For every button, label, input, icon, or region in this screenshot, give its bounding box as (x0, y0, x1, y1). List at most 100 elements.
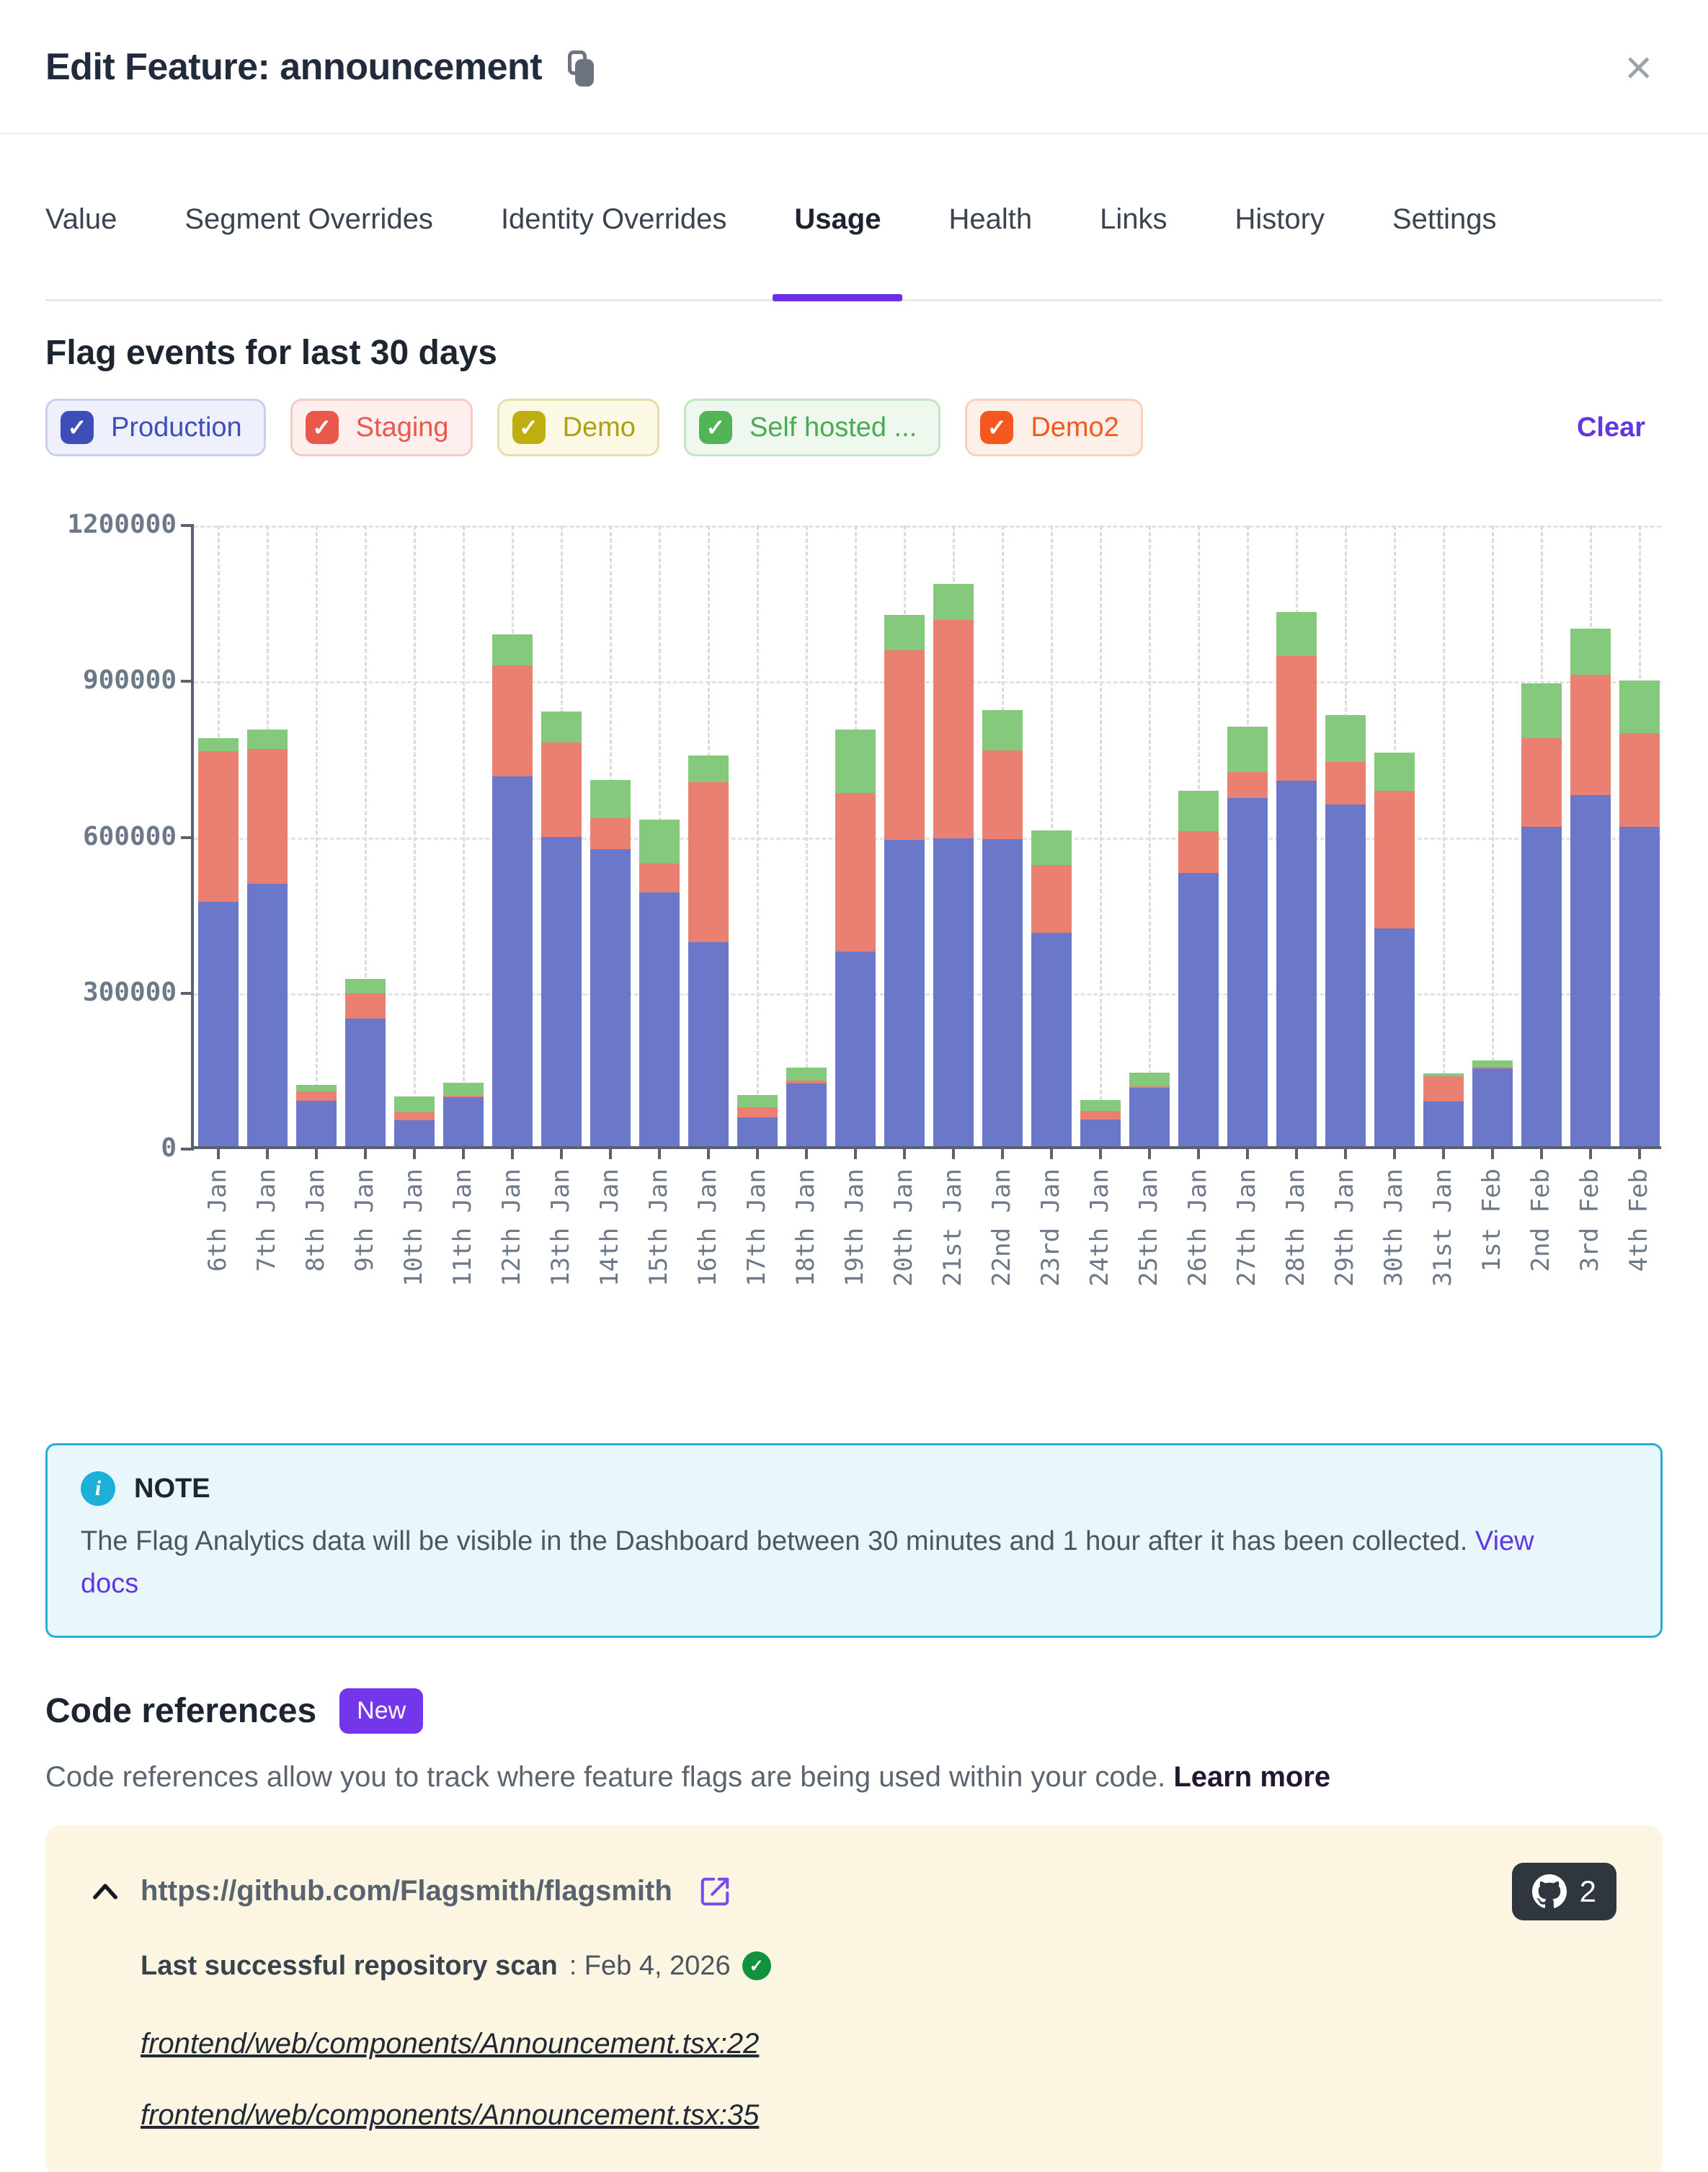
bar-segment-staging (1521, 738, 1562, 827)
bar-20th-jan[interactable] (884, 615, 925, 1146)
bar-segment-staging (541, 743, 582, 837)
tab-history[interactable]: History (1235, 203, 1324, 299)
env-chip-label: Demo2 (1031, 412, 1119, 443)
tab-health[interactable]: Health (948, 203, 1032, 299)
bar-segment-self-hosted- (737, 1095, 778, 1107)
bar-segment-self-hosted- (1374, 753, 1415, 791)
tab-value[interactable]: Value (45, 203, 117, 299)
bar-segment-staging (1619, 733, 1660, 827)
external-link-icon[interactable] (698, 1875, 731, 1908)
env-chip-label: Self hosted ... (750, 412, 917, 443)
bar-22nd-jan[interactable] (982, 710, 1023, 1146)
tab-settings[interactable]: Settings (1392, 203, 1497, 299)
bar-3rd-feb[interactable] (1570, 629, 1611, 1146)
close-icon[interactable]: × (1624, 43, 1663, 91)
gridline-vertical (757, 526, 759, 1146)
bar-23rd-jan[interactable] (1031, 830, 1072, 1146)
x-axis-tick (1001, 1149, 1004, 1159)
repo-url-link[interactable]: https://github.com/Flagsmith/flagsmith (141, 1875, 672, 1907)
bar-24th-jan[interactable] (1080, 1100, 1121, 1146)
bar-segment-staging (1080, 1111, 1121, 1120)
bar-9th-jan[interactable] (345, 979, 386, 1146)
x-axis-tick (756, 1149, 759, 1159)
usage-heading: Flag events for last 30 days (45, 333, 1663, 373)
gridline-vertical (1492, 526, 1494, 1146)
collapse-chevron-icon[interactable] (92, 1881, 119, 1902)
x-axis-label: 9th Jan (350, 1169, 379, 1272)
bar-segment-production (1129, 1088, 1170, 1146)
bar-segment-self-hosted- (1325, 715, 1366, 762)
checkbox-checked-icon: ✓ (699, 411, 732, 444)
env-chip-demo2[interactable]: ✓ Demo2 (965, 399, 1143, 456)
x-axis-tick (511, 1149, 514, 1159)
bar-segment-self-hosted- (933, 584, 974, 620)
bar-13th-jan[interactable] (541, 712, 582, 1146)
bar-segment-production (296, 1101, 337, 1146)
bar-segment-production (590, 849, 631, 1146)
x-axis-label: 15th Jan (644, 1169, 673, 1287)
env-chip-production[interactable]: ✓ Production (45, 399, 266, 456)
bar-14th-jan[interactable] (590, 780, 631, 1146)
bar-26th-jan[interactable] (1178, 791, 1219, 1146)
bar-segment-self-hosted- (1178, 791, 1219, 831)
y-axis-label: 900000 (61, 665, 177, 695)
bar-29th-jan[interactable] (1325, 715, 1366, 1146)
bar-8th-jan[interactable] (296, 1085, 337, 1146)
tab-identity-overrides[interactable]: Identity Overrides (501, 203, 726, 299)
x-axis-tick (217, 1149, 220, 1159)
file-reference-link[interactable]: frontend/web/components/Announcement.tsx… (141, 2099, 759, 2132)
x-axis-label: 31st Jan (1428, 1169, 1457, 1287)
bar-16th-jan[interactable] (688, 755, 729, 1146)
bar-28th-jan[interactable] (1276, 612, 1317, 1146)
bar-10th-jan[interactable] (394, 1096, 435, 1146)
bar-2nd-feb[interactable] (1521, 683, 1562, 1146)
bar-segment-staging (688, 782, 729, 942)
y-axis-label: 300000 (61, 978, 177, 1007)
bar-30th-jan[interactable] (1374, 753, 1415, 1146)
bar-6th-jan[interactable] (198, 738, 239, 1146)
bar-segment-self-hosted- (639, 820, 680, 864)
bar-12th-jan[interactable] (492, 634, 533, 1146)
bar-11th-jan[interactable] (443, 1083, 484, 1146)
bar-segment-self-hosted- (786, 1068, 827, 1081)
bar-4th-feb[interactable] (1619, 681, 1660, 1146)
github-count-badge[interactable]: 2 (1512, 1863, 1616, 1920)
flag-events-chart: 6th Jan7th Jan8th Jan9th Jan10th Jan11th… (45, 526, 1663, 1308)
copy-icon[interactable] (566, 50, 600, 88)
env-chip-demo[interactable]: ✓ Demo (497, 399, 659, 456)
bar-18th-jan[interactable] (786, 1068, 827, 1146)
bar-19th-jan[interactable] (835, 730, 876, 1146)
file-reference-link[interactable]: frontend/web/components/Announcement.tsx… (141, 2028, 759, 2060)
tab-usage[interactable]: Usage (794, 203, 881, 299)
x-axis-label: 20th Jan (889, 1169, 918, 1287)
learn-more-link[interactable]: Learn more (1173, 1761, 1330, 1793)
env-chip-staging[interactable]: ✓ Staging (290, 399, 473, 456)
bar-27th-jan[interactable] (1227, 727, 1268, 1146)
bar-1st-feb[interactable] (1472, 1060, 1513, 1146)
bar-25th-jan[interactable] (1129, 1073, 1170, 1146)
bar-segment-staging (1570, 675, 1611, 795)
checkbox-checked-icon: ✓ (306, 411, 339, 444)
bar-7th-jan[interactable] (247, 730, 288, 1146)
bar-segment-staging (1031, 865, 1072, 933)
bar-segment-production (1325, 804, 1366, 1146)
x-axis-tick (560, 1149, 563, 1159)
env-chip-label: Staging (356, 412, 449, 443)
bar-21st-jan[interactable] (933, 584, 974, 1146)
tab-segment-overrides[interactable]: Segment Overrides (184, 203, 433, 299)
bar-31st-jan[interactable] (1423, 1073, 1464, 1146)
tab-links[interactable]: Links (1100, 203, 1167, 299)
env-chip-self-hosted[interactable]: ✓ Self hosted ... (684, 399, 940, 456)
x-axis-tick (413, 1149, 416, 1159)
bar-17th-jan[interactable] (737, 1095, 778, 1146)
x-axis-label: 1st Feb (1477, 1169, 1506, 1272)
bar-segment-production (1227, 798, 1268, 1146)
usage-section: Flag events for last 30 days ✓ Productio… (0, 333, 1708, 1308)
note-body: The Flag Analytics data will be visible … (81, 1520, 1580, 1605)
clear-filters-button[interactable]: Clear (1577, 412, 1663, 443)
bar-segment-production (933, 838, 974, 1146)
bar-15th-jan[interactable] (639, 820, 680, 1146)
bar-segment-production (1178, 873, 1219, 1146)
x-axis-tick (364, 1149, 367, 1159)
bar-segment-production (1276, 781, 1317, 1146)
